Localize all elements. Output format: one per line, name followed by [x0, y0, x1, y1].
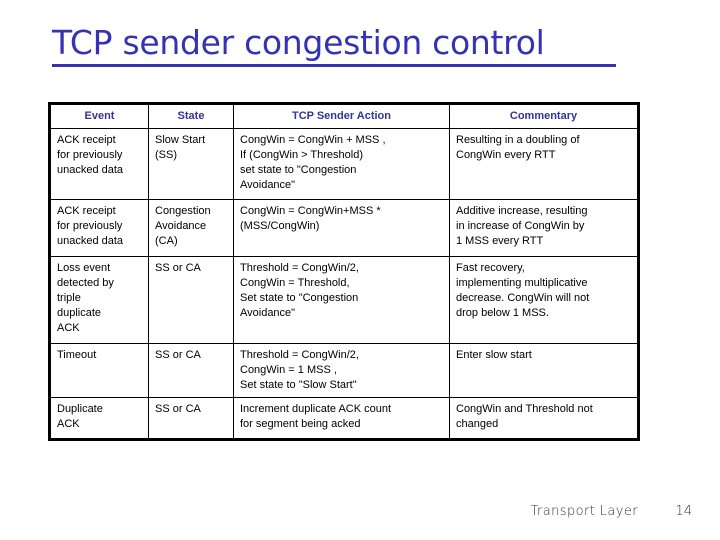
- cell-commentary: Resulting in a doubling of CongWin every…: [449, 128, 639, 200]
- tcp-congestion-control-table: Event State TCP Sender Action Commentary…: [48, 102, 640, 441]
- table-row: Loss event detected by triple duplicate …: [49, 256, 639, 344]
- column-header-action: TCP Sender Action: [233, 103, 450, 129]
- cell-state: SS or CA: [148, 343, 234, 398]
- footer-chapter-label: Transport Layer: [530, 504, 638, 519]
- slide-footer: Transport Layer 14: [0, 504, 720, 526]
- footer-page-number: 14: [675, 504, 692, 519]
- cell-state: Congestion Avoidance (CA): [148, 199, 234, 257]
- column-header-event: Event: [49, 103, 149, 129]
- cell-event: Timeout: [49, 343, 149, 398]
- table-row: Duplicate ACK SS or CA Increment duplica…: [49, 397, 639, 440]
- cell-commentary: CongWin and Threshold not changed: [449, 397, 639, 440]
- cell-commentary: Fast recovery, implementing multiplicati…: [449, 256, 639, 344]
- cell-action: Threshold = CongWin/2, CongWin = Thresho…: [233, 256, 450, 344]
- cell-event: Loss event detected by triple duplicate …: [49, 256, 149, 344]
- cell-event: ACK receipt for previously unacked data: [49, 199, 149, 257]
- table-header-row: Event State TCP Sender Action Commentary: [49, 103, 639, 129]
- cell-commentary: Additive increase, resulting in increase…: [449, 199, 639, 257]
- table-row: Timeout SS or CA Threshold = CongWin/2, …: [49, 343, 639, 398]
- cell-commentary: Enter slow start: [449, 343, 639, 398]
- table-row: ACK receipt for previously unacked data …: [49, 199, 639, 257]
- table-row: ACK receipt for previously unacked data …: [49, 128, 639, 200]
- cell-event: Duplicate ACK: [49, 397, 149, 440]
- column-header-commentary: Commentary: [449, 103, 639, 129]
- cell-state: Slow Start (SS): [148, 128, 234, 200]
- cell-action: Increment duplicate ACK count for segmen…: [233, 397, 450, 440]
- page-title: TCP sender congestion control: [52, 24, 616, 67]
- column-header-state: State: [148, 103, 234, 129]
- cell-state: SS or CA: [148, 256, 234, 344]
- cell-action: CongWin = CongWin+MSS * (MSS/CongWin): [233, 199, 450, 257]
- cell-action: Threshold = CongWin/2, CongWin = 1 MSS ,…: [233, 343, 450, 398]
- cell-action: CongWin = CongWin + MSS , If (CongWin > …: [233, 128, 450, 200]
- cell-event: ACK receipt for previously unacked data: [49, 128, 149, 200]
- cell-state: SS or CA: [148, 397, 234, 440]
